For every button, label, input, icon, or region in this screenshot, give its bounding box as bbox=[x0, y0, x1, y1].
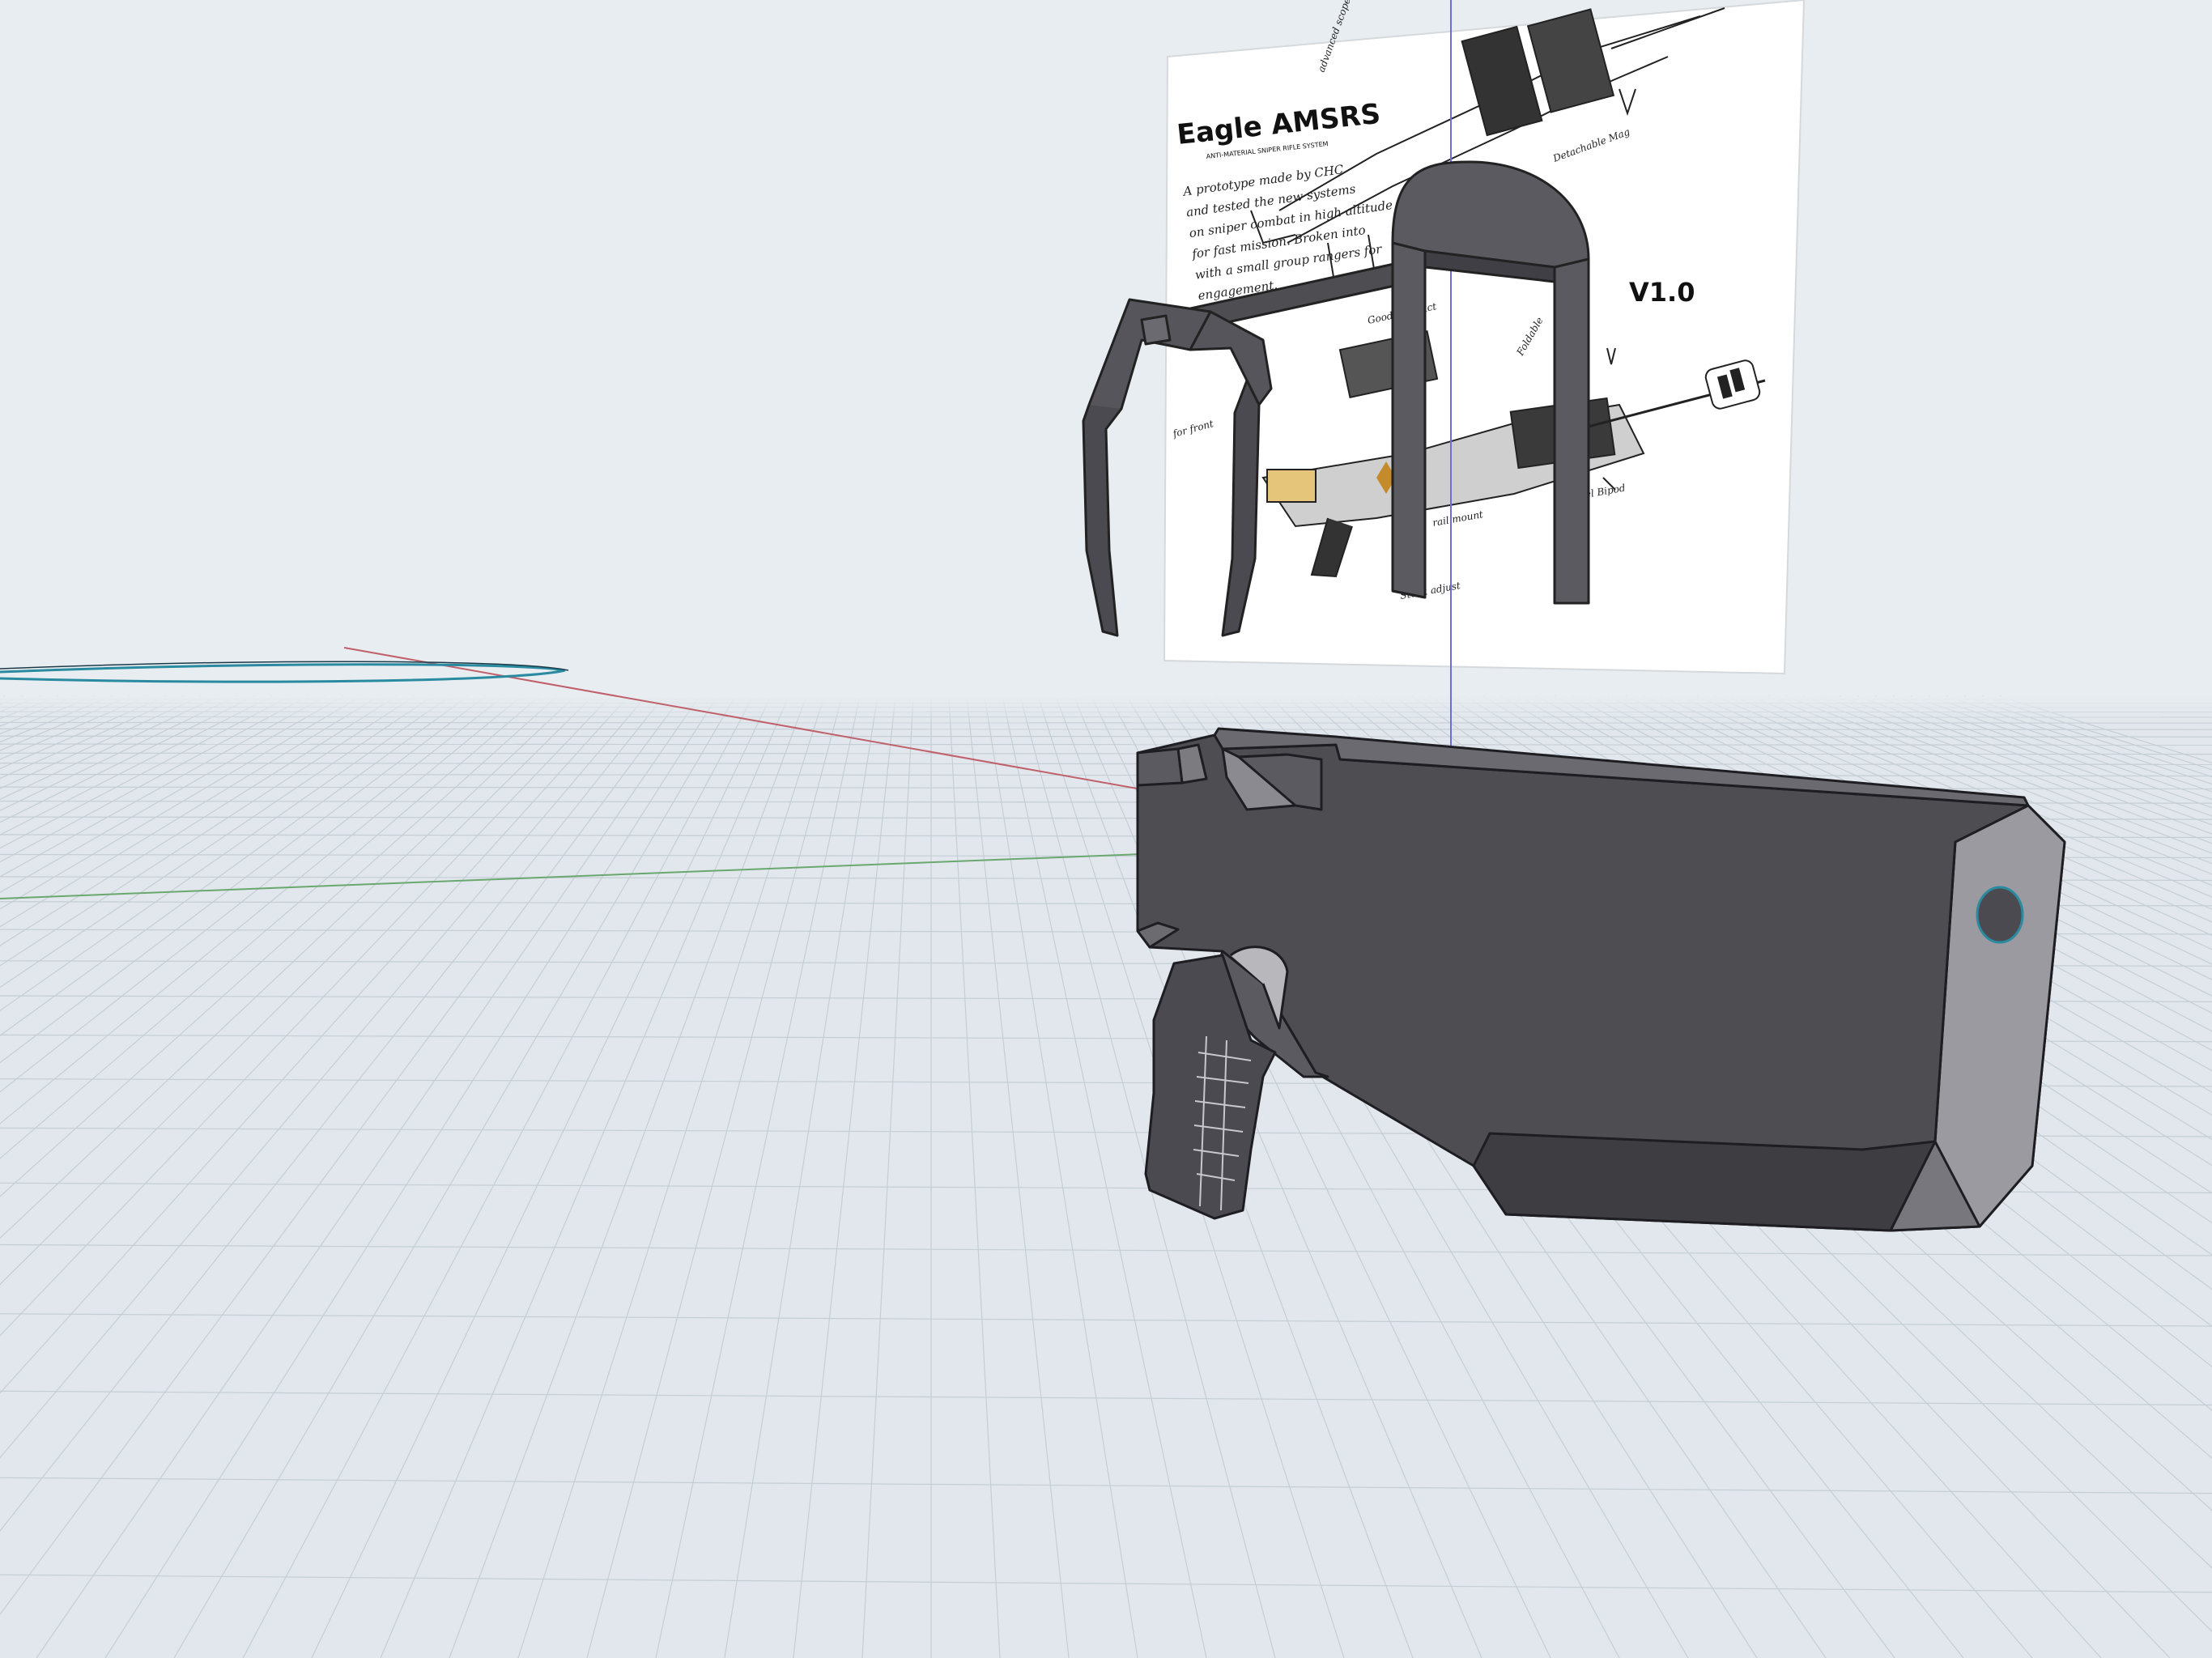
scene-canvas[interactable]: Eagle AMSRS ANTI-MATERIAL SNIPER RIFLE S… bbox=[0, 0, 2212, 1658]
muzzle-hole[interactable] bbox=[1976, 886, 2024, 944]
3d-viewport[interactable]: Eagle AMSRS ANTI-MATERIAL SNIPER RIFLE S… bbox=[0, 0, 2212, 1658]
reference-version: V1.0 bbox=[1629, 277, 1695, 308]
reference-image-plane[interactable]: Eagle AMSRS ANTI-MATERIAL SNIPER RIFLE S… bbox=[1163, 0, 1806, 675]
